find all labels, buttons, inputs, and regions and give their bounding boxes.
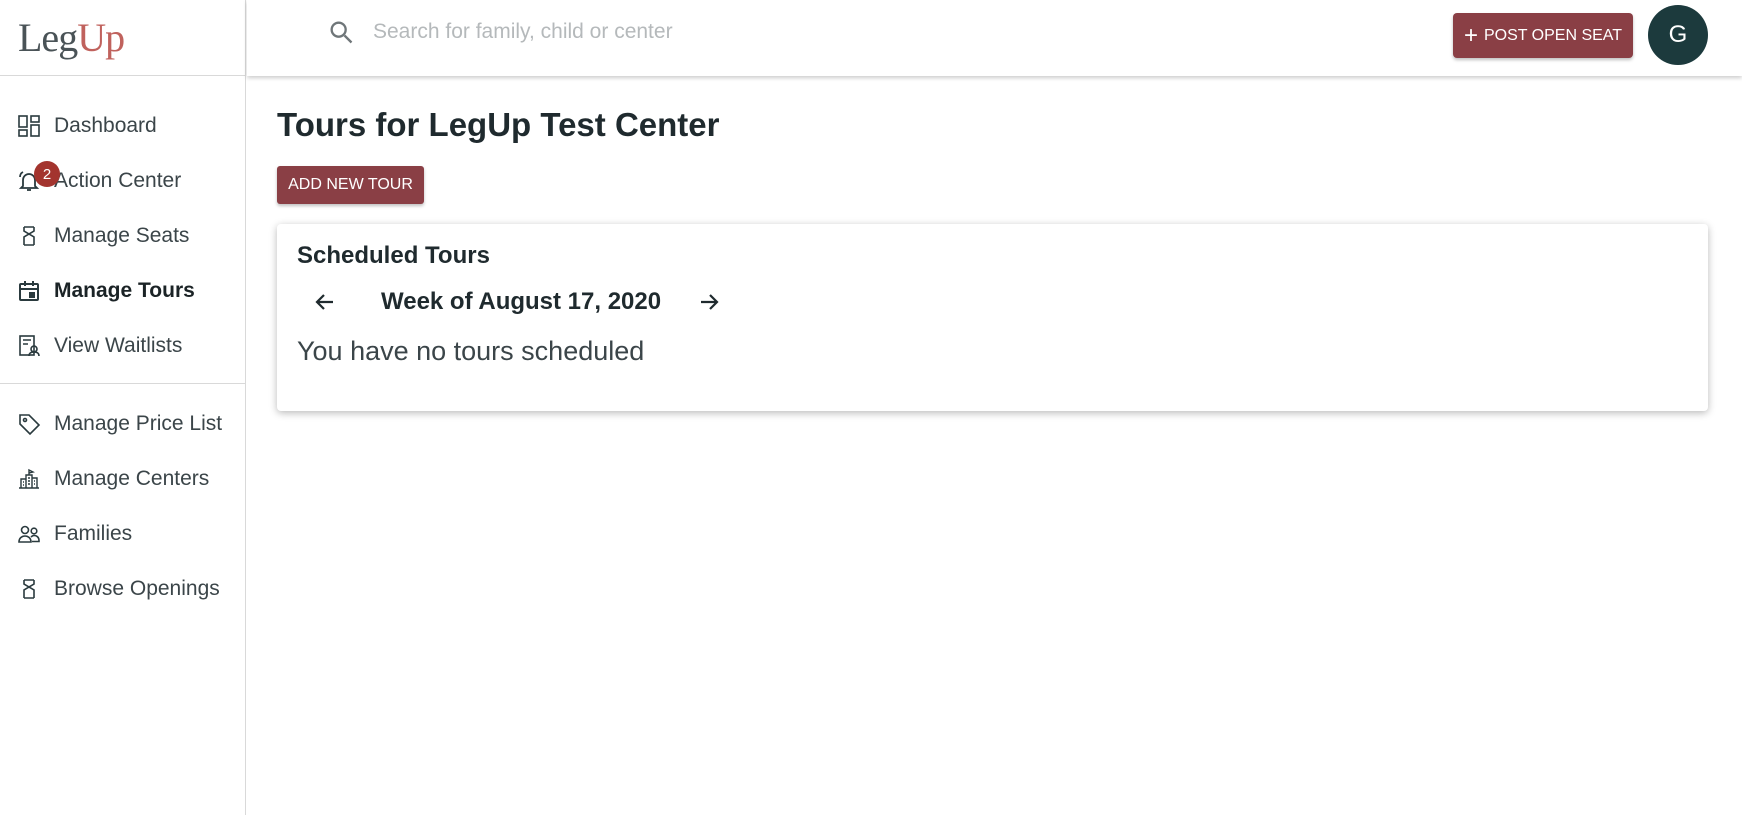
logo-area: LegUp <box>0 0 245 76</box>
sidebar-item-families[interactable]: Families <box>0 506 245 561</box>
logo-text-up: Up <box>77 15 125 60</box>
people-icon <box>16 521 42 547</box>
sidebar-item-label: Action Center <box>54 168 182 192</box>
sidebar-item-label: Dashboard <box>54 113 157 137</box>
sidebar-item-label: View Waitlists <box>54 333 183 357</box>
sidebar-item-manage-centers[interactable]: Manage Centers <box>0 451 245 506</box>
waitlist-icon <box>16 333 42 359</box>
nav-divider <box>0 383 245 384</box>
sidebar-item-browse-openings[interactable]: Browse Openings <box>0 561 245 616</box>
card-title: Scheduled Tours <box>297 242 490 269</box>
week-navigator: Week of August 17, 2020 <box>297 284 1688 320</box>
empty-tours-message: You have no tours scheduled <box>297 336 645 366</box>
sidebar-item-action-center[interactable]: 2 Action Center <box>0 153 245 208</box>
seat-icon <box>16 223 42 249</box>
week-label: Week of August 17, 2020 <box>381 288 662 315</box>
sidebar-item-manage-price-list[interactable]: Manage Price List <box>0 396 245 451</box>
notification-badge: 2 <box>34 161 60 187</box>
dashboard-icon <box>16 113 42 139</box>
building-icon <box>16 466 42 492</box>
post-open-seat-button[interactable]: + POST OPEN SEAT <box>1453 13 1633 58</box>
sidebar-item-manage-seats[interactable]: Manage Seats <box>0 208 245 263</box>
search-bar <box>327 18 973 46</box>
main-content: Tours for LegUp Test Center ADD NEW TOUR… <box>277 76 1708 411</box>
add-new-tour-button[interactable]: ADD NEW TOUR <box>277 166 424 204</box>
avatar[interactable]: G <box>1648 5 1708 65</box>
page-title: Tours for LegUp Test Center <box>277 106 720 143</box>
sidebar-nav: Dashboard 2 Action Center Manage Seats M… <box>0 76 245 616</box>
sidebar-item-label: Manage Price List <box>54 411 223 435</box>
logo-text-leg: Leg <box>18 15 78 60</box>
seat-icon <box>16 576 42 602</box>
sidebar-item-label: Families <box>54 521 133 545</box>
search-icon[interactable] <box>327 18 355 46</box>
legup-logo[interactable]: LegUp <box>18 14 125 61</box>
search-input[interactable] <box>373 20 973 44</box>
top-bar: + POST OPEN SEAT G <box>247 0 1742 76</box>
sidebar-item-view-waitlists[interactable]: View Waitlists <box>0 318 245 373</box>
sidebar-item-dashboard[interactable]: Dashboard <box>0 98 245 153</box>
sidebar: LegUp Dashboard 2 Action Center Manage S… <box>0 0 246 815</box>
next-week-arrow-icon[interactable] <box>691 284 727 320</box>
plus-icon: + <box>1463 21 1478 49</box>
sidebar-item-manage-tours[interactable]: Manage Tours <box>0 263 245 318</box>
previous-week-arrow-icon[interactable] <box>307 284 343 320</box>
sidebar-item-label: Manage Seats <box>54 223 190 247</box>
scheduled-tours-card: Scheduled Tours Week of August 17, 2020 … <box>277 224 1708 411</box>
calendar-icon <box>16 278 42 304</box>
tag-icon <box>16 411 42 437</box>
post-open-seat-label: POST OPEN SEAT <box>1483 26 1623 44</box>
sidebar-item-label: Browse Openings <box>54 576 220 600</box>
sidebar-item-label: Manage Tours <box>54 278 195 302</box>
sidebar-item-label: Manage Centers <box>54 466 210 490</box>
